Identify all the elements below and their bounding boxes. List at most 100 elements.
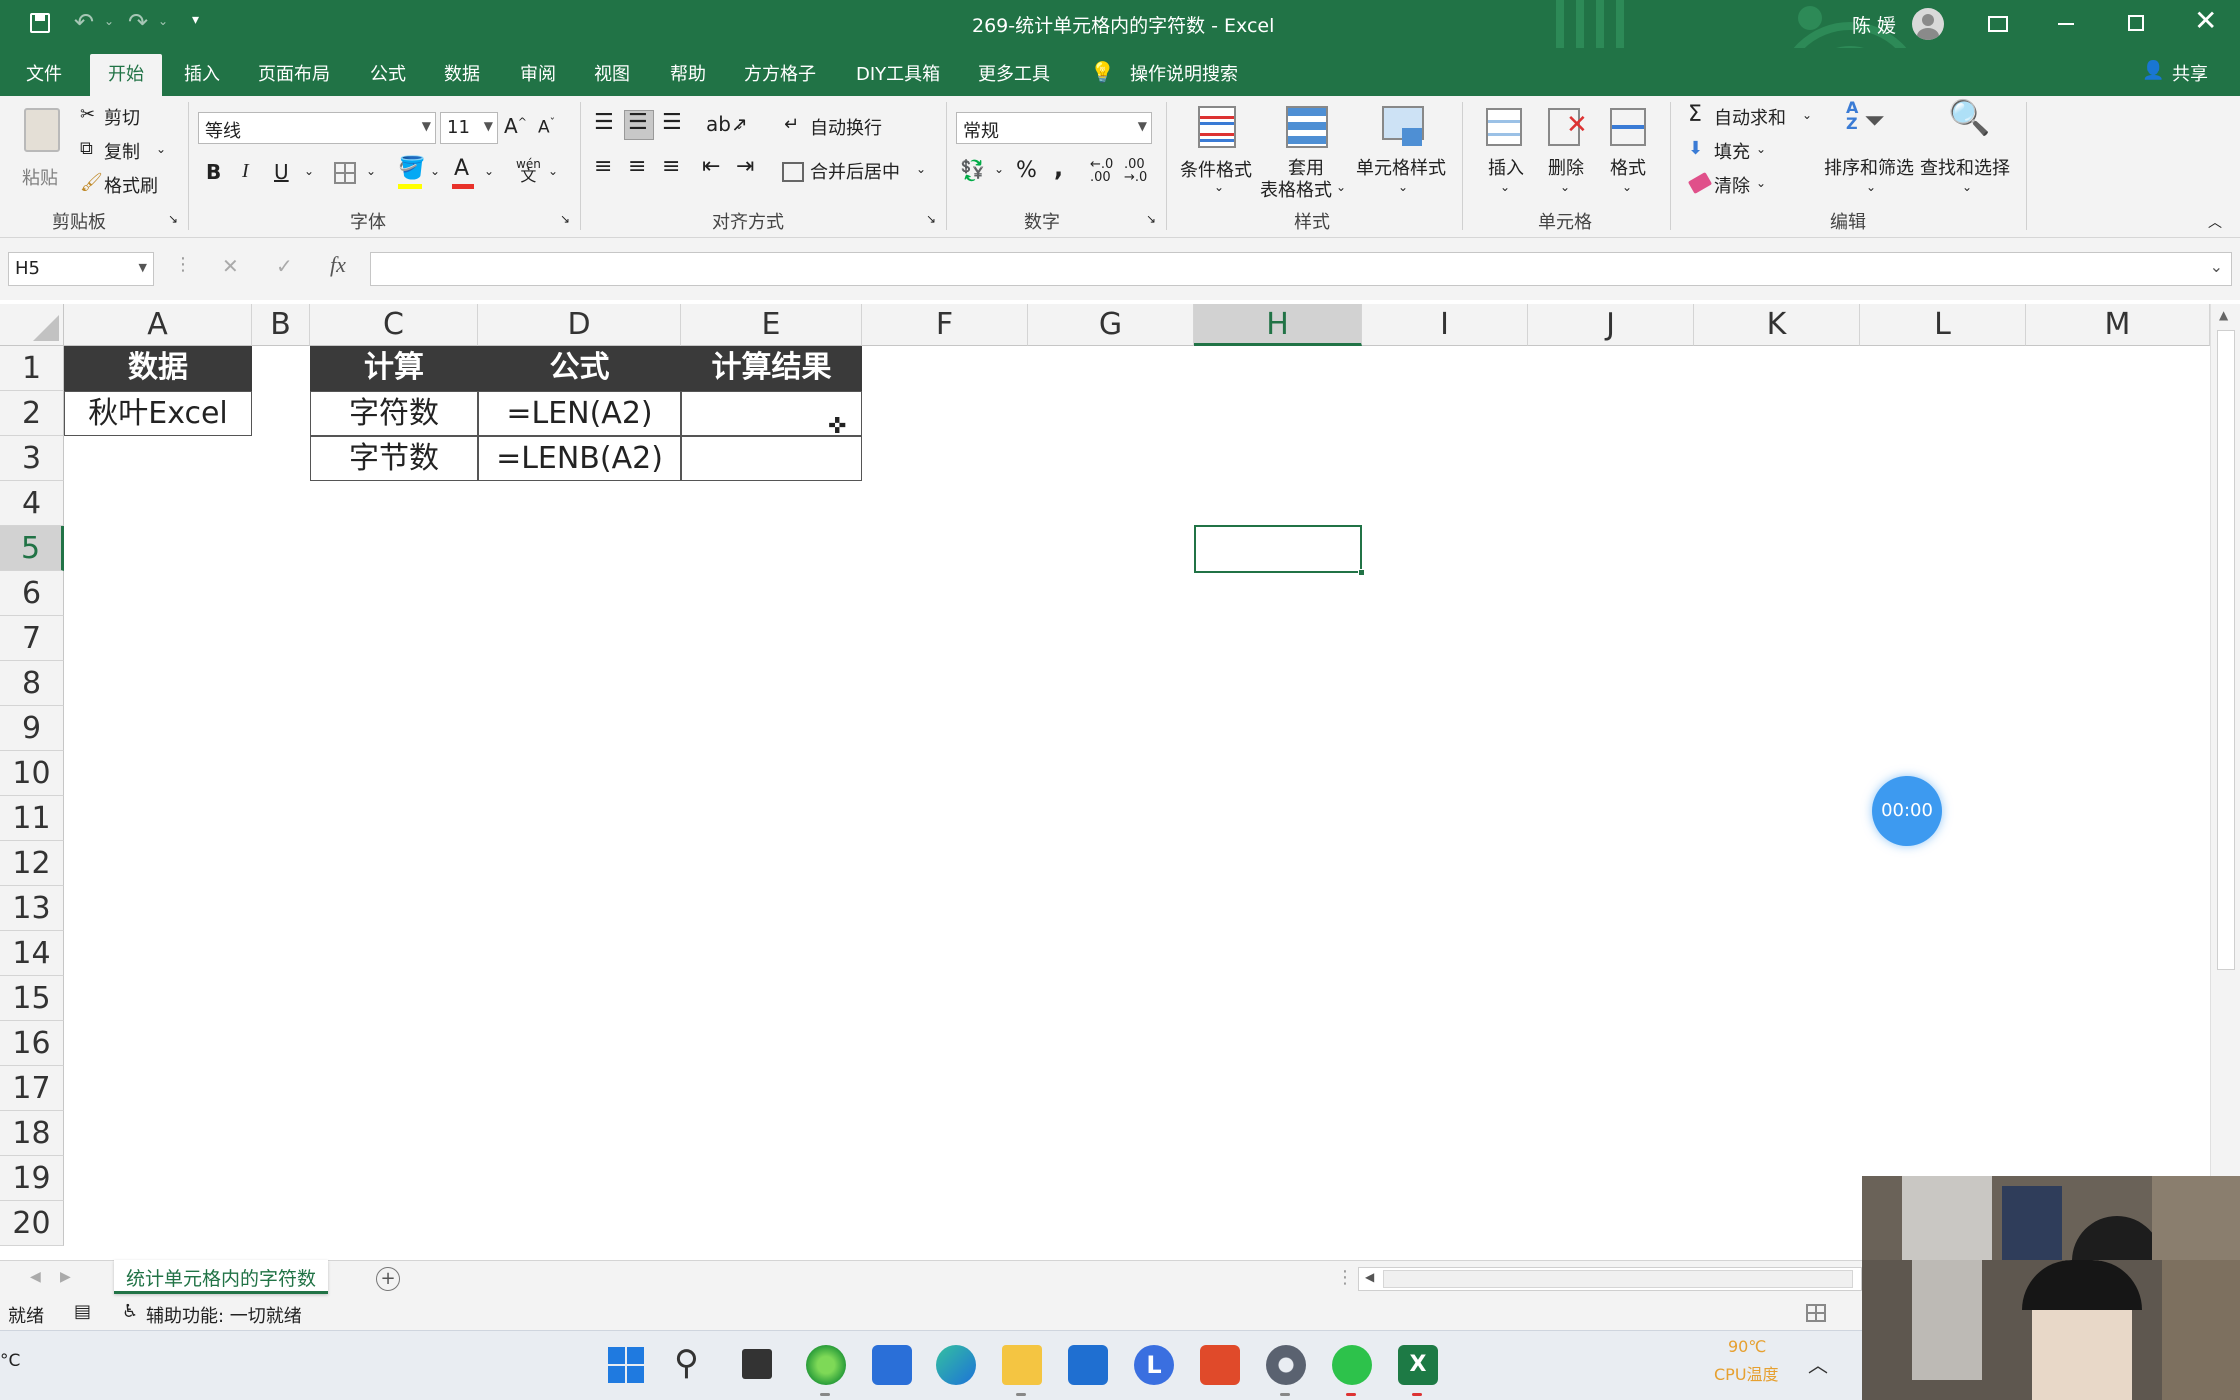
align-bottom-icon[interactable]: ☰ bbox=[662, 110, 682, 135]
cancel-icon[interactable]: ✕ bbox=[222, 254, 239, 278]
task-view-icon[interactable] bbox=[742, 1349, 772, 1379]
file-explorer-icon[interactable] bbox=[1002, 1345, 1042, 1385]
column-header-h[interactable]: H bbox=[1194, 304, 1362, 346]
column-header-a[interactable]: A bbox=[64, 304, 252, 346]
insert-button[interactable]: 插入 bbox=[1488, 154, 1524, 180]
cut-button[interactable]: 剪切 bbox=[104, 104, 140, 130]
search-icon[interactable]: ⚲ bbox=[674, 1343, 699, 1383]
cell-c1[interactable]: 计算 bbox=[310, 346, 478, 391]
borders-icon[interactable] bbox=[334, 162, 356, 184]
row-header-16[interactable]: 16 bbox=[0, 1021, 64, 1066]
split-handle-icon[interactable]: ⋮ bbox=[1336, 1267, 1354, 1288]
column-header-b[interactable]: B bbox=[252, 304, 310, 346]
row-header-10[interactable]: 10 bbox=[0, 751, 64, 796]
share-button[interactable]: 共享 bbox=[2172, 60, 2208, 86]
office-icon[interactable] bbox=[1200, 1345, 1240, 1385]
tray-chevron-icon[interactable]: ︿ bbox=[1808, 1349, 1828, 1378]
tab-fangfang[interactable]: 方方格子 bbox=[744, 60, 816, 86]
row-header-20[interactable]: 20 bbox=[0, 1201, 64, 1246]
tab-more-tools[interactable]: 更多工具 bbox=[978, 60, 1050, 86]
number-format-select[interactable]: 常规 ▼ bbox=[956, 112, 1152, 144]
column-header-d[interactable]: D bbox=[478, 304, 681, 346]
conditional-format-button[interactable]: 条件格式 bbox=[1180, 156, 1252, 182]
fill-button[interactable]: 填充 bbox=[1714, 138, 1750, 164]
align-left-icon[interactable]: ≡ bbox=[594, 154, 612, 179]
select-all-corner[interactable] bbox=[0, 304, 64, 346]
chevron-down-icon[interactable]: ⌄ bbox=[916, 162, 926, 176]
align-top-icon[interactable]: ☰ bbox=[594, 110, 614, 135]
tab-file[interactable]: 文件 bbox=[26, 60, 62, 86]
l-app-icon[interactable]: L bbox=[1134, 1345, 1174, 1385]
wrap-text-button[interactable]: 自动换行 bbox=[810, 114, 882, 140]
scroll-left-icon[interactable]: ◀ bbox=[30, 1269, 41, 1285]
insert-function-icon[interactable]: fx bbox=[330, 252, 346, 278]
cell-a2[interactable]: 秋叶Excel bbox=[64, 391, 252, 436]
grow-font-button[interactable]: A^ bbox=[504, 114, 527, 138]
underline-button[interactable]: U bbox=[274, 160, 289, 184]
add-sheet-icon[interactable]: + bbox=[376, 1267, 400, 1291]
row-header-6[interactable]: 6 bbox=[0, 571, 64, 616]
store-icon[interactable] bbox=[872, 1345, 912, 1385]
delete-button[interactable]: 删除 bbox=[1548, 154, 1584, 180]
column-header-m[interactable]: M bbox=[2026, 304, 2210, 346]
active-cell-outline[interactable] bbox=[1194, 525, 1365, 576]
sort-filter-button[interactable]: 排序和筛选 bbox=[1824, 154, 1914, 180]
accounting-format-icon[interactable]: 💱 bbox=[960, 158, 985, 182]
tell-me-search[interactable]: 操作说明搜索 bbox=[1130, 60, 1238, 86]
column-header-j[interactable]: J bbox=[1528, 304, 1694, 346]
cell-e3[interactable] bbox=[681, 436, 862, 481]
decrease-decimal-icon[interactable]: .00 →.0 bbox=[1124, 158, 1147, 184]
row-header-17[interactable]: 17 bbox=[0, 1066, 64, 1111]
recording-timer[interactable]: 00:00 bbox=[1872, 776, 1942, 846]
mail-icon[interactable] bbox=[1068, 1345, 1108, 1385]
shrink-font-button[interactable]: Aˇ bbox=[538, 116, 555, 138]
italic-button[interactable]: I bbox=[242, 160, 249, 183]
row-header-3[interactable]: 3 bbox=[0, 436, 64, 481]
cell-d1[interactable]: 公式 bbox=[478, 346, 681, 391]
tab-data[interactable]: 数据 bbox=[444, 60, 480, 86]
chevron-down-icon[interactable]: ⌄ bbox=[484, 164, 494, 178]
normal-view-icon[interactable] bbox=[1806, 1304, 1826, 1322]
chevron-down-icon[interactable]: ⌄ bbox=[1802, 108, 1812, 122]
chevron-down-icon[interactable]: ⌄ bbox=[430, 164, 440, 178]
merge-center-button[interactable]: 合并后居中 bbox=[810, 158, 900, 184]
green-app-icon[interactable] bbox=[806, 1345, 846, 1385]
restore-icon[interactable] bbox=[2128, 15, 2144, 31]
format-button[interactable]: 格式 bbox=[1610, 154, 1646, 180]
align-center-icon[interactable]: ≡ bbox=[628, 154, 646, 179]
minimize-icon[interactable] bbox=[2058, 23, 2074, 25]
percent-icon[interactable]: % bbox=[1016, 158, 1037, 183]
cell-d3[interactable]: =LENB(A2) bbox=[478, 436, 681, 481]
accessibility-status[interactable]: 辅助功能: 一切就绪 bbox=[146, 1302, 302, 1328]
cell-c3[interactable]: 字节数 bbox=[310, 436, 478, 481]
cell-c2[interactable]: 字符数 bbox=[310, 391, 478, 436]
share-icon[interactable]: 👤 bbox=[2142, 60, 2164, 81]
font-color-icon[interactable]: A bbox=[454, 156, 469, 181]
font-size-select[interactable]: 11 ▼ bbox=[440, 112, 498, 144]
scroll-right-icon[interactable]: ▶ bbox=[60, 1269, 71, 1285]
column-header-f[interactable]: F bbox=[862, 304, 1028, 346]
comma-style-icon[interactable]: , bbox=[1054, 154, 1063, 182]
row-header-4[interactable]: 4 bbox=[0, 481, 64, 526]
phonetic-icon[interactable]: wén 文 bbox=[516, 158, 541, 184]
cell-a1[interactable]: 数据 bbox=[64, 346, 252, 391]
tab-home[interactable]: 开始 bbox=[90, 54, 162, 96]
chevron-down-icon[interactable]: ⌄ bbox=[1560, 180, 1570, 194]
formula-input[interactable]: ⌄ bbox=[370, 252, 2232, 286]
row-header-7[interactable]: 7 bbox=[0, 616, 64, 661]
chevron-down-icon[interactable]: ⌄ bbox=[1500, 180, 1510, 194]
column-header-c[interactable]: C bbox=[310, 304, 478, 346]
cell-d2[interactable]: =LEN(A2) bbox=[478, 391, 681, 436]
excel-icon[interactable]: X bbox=[1398, 1345, 1438, 1385]
customize-qat-icon[interactable]: ▾ bbox=[192, 12, 199, 28]
row-header-11[interactable]: 11 bbox=[0, 796, 64, 841]
name-box[interactable]: H5 ▼ bbox=[8, 252, 154, 286]
horizontal-scrollbar[interactable]: ◀ bbox=[1358, 1267, 1862, 1291]
increase-decimal-icon[interactable]: ←.0.00 bbox=[1090, 158, 1113, 184]
sheet-tab-active[interactable]: 统计单元格内的字符数 bbox=[114, 1260, 329, 1294]
column-header-e[interactable]: E bbox=[681, 304, 862, 346]
column-header-i[interactable]: I bbox=[1362, 304, 1528, 346]
increase-indent-icon[interactable]: ⇥ bbox=[736, 154, 754, 179]
row-header-18[interactable]: 18 bbox=[0, 1111, 64, 1156]
chevron-down-icon[interactable]: ⌄ bbox=[1756, 142, 1766, 156]
